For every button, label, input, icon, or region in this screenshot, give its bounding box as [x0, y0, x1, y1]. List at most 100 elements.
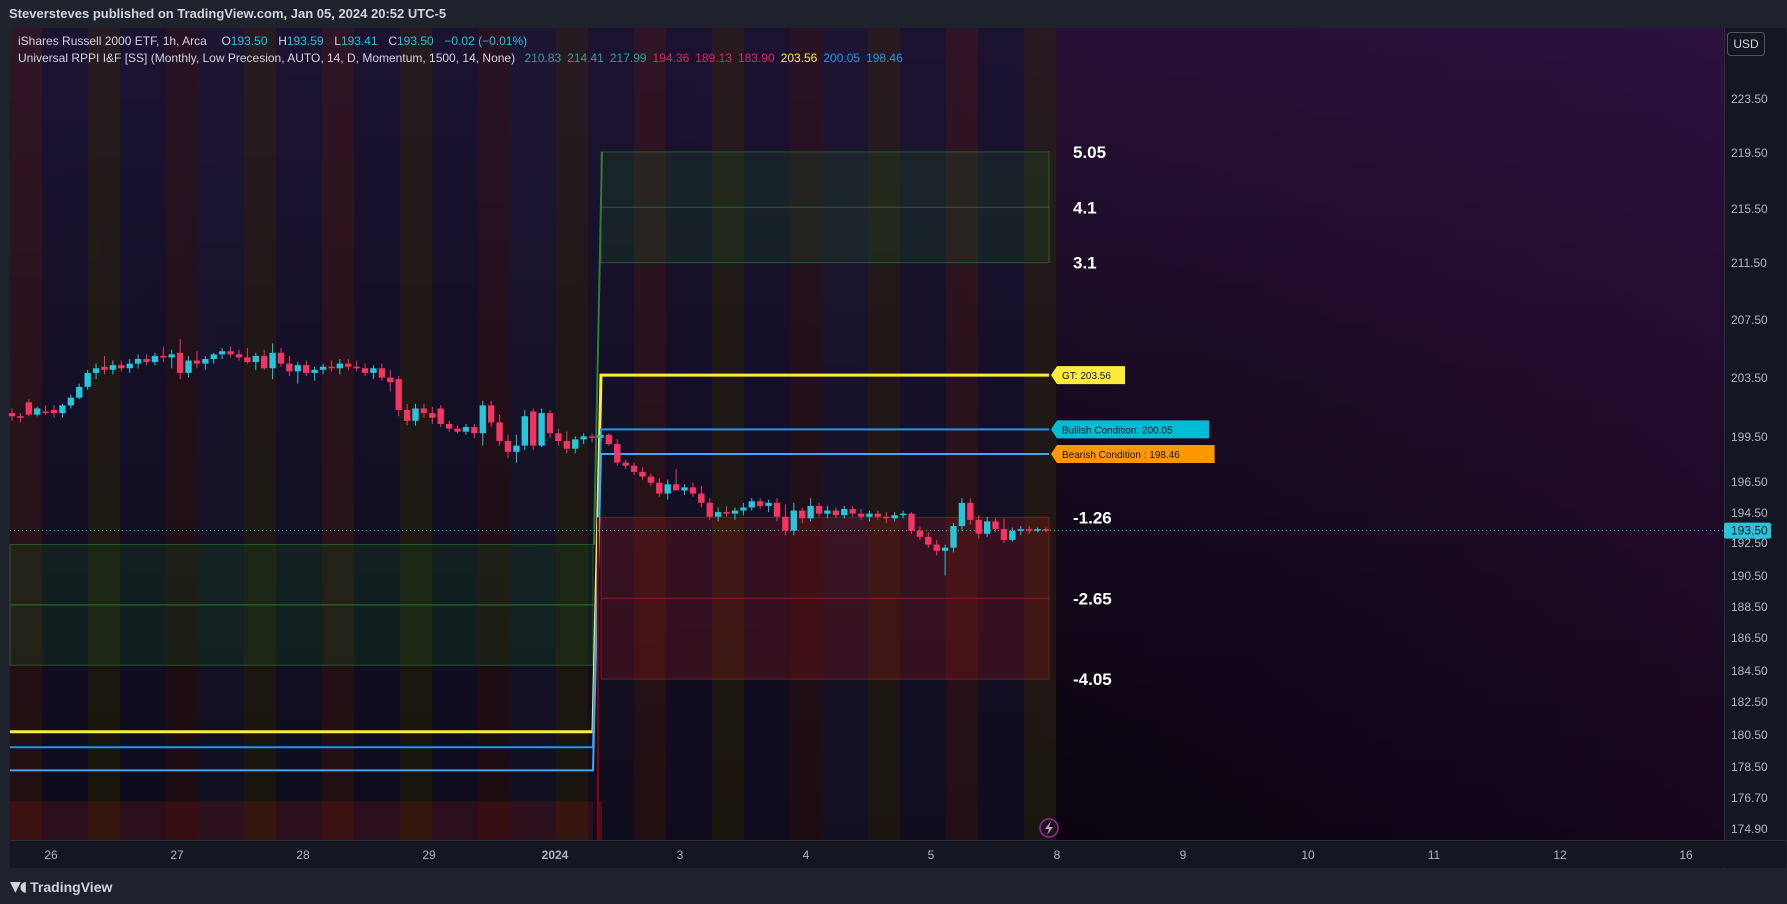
candle-body [832, 510, 840, 516]
zone-label: -1.26 [1073, 508, 1112, 527]
indicator-value: 183.90 [737, 51, 775, 65]
indicator-title: Universal RPPI I&F [SS] (Monthly, Low Pr… [18, 51, 516, 65]
level-tag-text: Bearish Condition : 198.46 [1062, 450, 1180, 461]
candle[interactable] [908, 512, 915, 534]
price-tick: 203.50 [1731, 371, 1768, 385]
candle-body [126, 363, 133, 369]
candle-body [479, 405, 486, 434]
tradingview-brand: TradingView [30, 879, 113, 895]
session-band [978, 28, 1024, 840]
candle-body [193, 360, 201, 364]
time-tick: 9 [1180, 848, 1187, 862]
candle-body [471, 427, 478, 434]
candle-body [277, 352, 285, 364]
session-band [666, 28, 712, 840]
candle-body [361, 368, 369, 373]
candle-body [925, 536, 932, 545]
time-tick: 26 [44, 848, 58, 862]
candle-body [538, 413, 545, 446]
price-tick: 196.50 [1731, 475, 1768, 489]
level-tag: Bearish Condition : 198.46 [1051, 444, 1215, 463]
past-upper-zone [9, 544, 594, 606]
candle-body [34, 408, 41, 415]
candle-body [454, 428, 461, 432]
price-chart[interactable]: 5.05 4.1 3.1 -1.26 -2.65 -4.05 GT: 203.56 Bull… [0, 0, 1787, 904]
price-tick: 188.50 [1731, 600, 1768, 614]
zone-label: -4.05 [1073, 670, 1112, 689]
level-tag: Bullish Condition: 200.05 [1051, 420, 1209, 439]
candle-body [235, 354, 243, 358]
candle-body [941, 547, 949, 551]
candle-body [412, 408, 419, 421]
currency-button[interactable]: USD [1727, 32, 1765, 56]
candle-body [462, 427, 470, 432]
candle-body [210, 354, 217, 359]
high-label: H [278, 34, 287, 48]
candle-body [639, 471, 646, 477]
candle-body [269, 352, 276, 369]
candle-body [1009, 530, 1016, 540]
level-tag: GT: 203.56 [1051, 366, 1125, 385]
session-band [42, 28, 88, 840]
time-tick: 2024 [542, 848, 569, 862]
candle-body [1042, 529, 1050, 531]
open-value: 193.50 [230, 34, 268, 48]
candle-body [597, 434, 604, 438]
candle-body [67, 397, 75, 406]
candle-body [731, 510, 739, 514]
candle-body [899, 513, 907, 516]
candle-body [496, 422, 503, 441]
candle-body [656, 482, 663, 494]
candle-body [25, 402, 33, 415]
candle-body [1017, 529, 1024, 531]
level-tag-text: Bullish Condition: 200.05 [1062, 425, 1173, 436]
candle-body [59, 405, 66, 414]
candle[interactable] [437, 405, 444, 428]
close-value: 193.50 [397, 34, 434, 48]
session-band [354, 28, 400, 840]
time-tick: 4 [803, 848, 810, 862]
candle-body [202, 358, 209, 364]
candle-body [807, 505, 814, 519]
candle-body [572, 439, 579, 449]
symbol-legend: iShares Russell 2000 ETF, 1h, Arca O193.… [18, 34, 527, 48]
symbol-title: iShares Russell 2000 ETF, 1h, Arca [18, 34, 207, 48]
candle[interactable] [538, 408, 545, 448]
price-axis-border [1724, 28, 1725, 870]
time-axis[interactable] [10, 841, 1786, 868]
indicator-value: 214.41 [567, 51, 604, 65]
tradingview-logo[interactable]: ▼◖ TradingView [10, 876, 112, 898]
candle-body [546, 413, 554, 434]
time-tick: 8 [1054, 848, 1061, 862]
candle[interactable] [530, 408, 537, 451]
published-header: Steversteves published on TradingView.co… [9, 6, 447, 21]
session-band [1024, 28, 1056, 840]
candle[interactable] [605, 433, 613, 446]
time-tick: 27 [170, 848, 184, 862]
candle-body [218, 351, 226, 355]
candle-body [647, 476, 655, 483]
session-band [712, 28, 744, 840]
indicator-value: 198.46 [866, 51, 903, 65]
candle-body [681, 487, 688, 491]
candle-body [975, 519, 982, 534]
candle-body [101, 366, 108, 370]
session-band [868, 28, 900, 840]
zone-label: 3.1 [1073, 254, 1097, 273]
indicator-value: 210.83 [524, 51, 562, 65]
price-tick: 176.70 [1731, 791, 1768, 805]
session-band [432, 28, 478, 840]
last-price-tag: 193.50 [1724, 522, 1771, 539]
zone-label: 4.1 [1073, 198, 1097, 217]
candle-body [403, 410, 411, 421]
candle-body [244, 357, 251, 363]
candle-body [815, 505, 823, 514]
candle-body [261, 355, 268, 369]
candle-body [933, 544, 940, 551]
candle-body [530, 411, 537, 446]
candle-body [908, 513, 915, 531]
candle[interactable] [958, 498, 966, 531]
candle-body [756, 501, 764, 506]
candle-body [706, 502, 713, 517]
candle-body [168, 354, 175, 358]
